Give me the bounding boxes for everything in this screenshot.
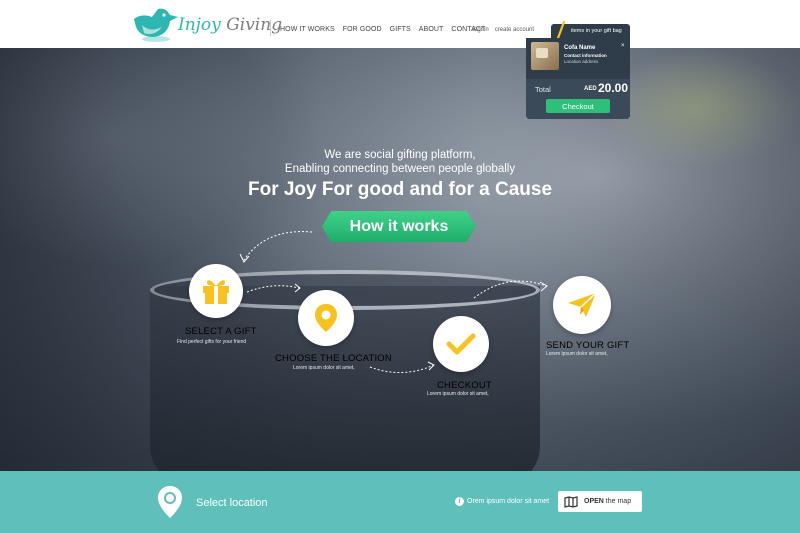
- cart-item-location: Location address: [564, 59, 599, 64]
- cart-item-name: Cofa Name: [564, 45, 596, 51]
- brand-logo[interactable]: Injoy Giving: [132, 5, 282, 43]
- step-send-gift-subtitle: Lorem ipsum dolor sit amet,: [546, 351, 608, 357]
- step-checkout-bubble[interactable]: [433, 316, 489, 372]
- open-map-label-rest: the map: [605, 498, 632, 505]
- brand-word-injoy: Injoy: [178, 15, 221, 35]
- gift-icon: [203, 280, 229, 304]
- bird-logo-icon: [134, 8, 178, 42]
- step-checkout-subtitle: Lorem ipsum dolor sit amet,: [427, 391, 489, 397]
- cart-total-label: Total: [535, 85, 551, 94]
- map-icon: [564, 495, 578, 508]
- nav-about[interactable]: ABOUT: [419, 26, 444, 33]
- step-location-title: CHOOSE THE LOCATION: [275, 353, 392, 364]
- cart-item-thumbnail: [531, 42, 559, 70]
- open-map-button[interactable]: OPEN the map: [558, 491, 642, 512]
- location-pin-icon: [158, 486, 182, 518]
- hero-section: We are social gifting platform, Enabling…: [0, 48, 800, 471]
- signin-link[interactable]: Signin: [472, 27, 489, 33]
- select-location-label[interactable]: Select location: [196, 497, 268, 509]
- curved-arrow-icon: [473, 280, 548, 299]
- gift-bag-tab[interactable]: items in your gift bag: [551, 20, 630, 38]
- gift-bag-label: items in your gift bag: [571, 28, 622, 34]
- nav-gifts[interactable]: GIFTS: [390, 26, 411, 33]
- cart-currency: AED: [584, 86, 597, 92]
- step-location-bubble[interactable]: [298, 290, 354, 346]
- open-map-label: OPEN the map: [584, 498, 631, 505]
- open-map-label-bold: OPEN: [584, 498, 604, 505]
- brand-word-giving: Giving: [226, 15, 283, 35]
- account-links: Signin create account: [472, 27, 534, 33]
- hero-tagline-2: Enabling connecting between people globa…: [284, 163, 516, 175]
- cart-item-contact: Contact information: [564, 53, 607, 58]
- main-nav: HOW IT WORKS FOR GOOD GIFTS ABOUT CONTAC…: [280, 26, 485, 33]
- step-location-subtitle: Lorem ipsum dolor sit amet,: [293, 365, 355, 371]
- nav-for-good[interactable]: FOR GOOD: [343, 26, 382, 33]
- top-header: Injoy Giving HOW IT WORKS FOR GOOD GIFTS…: [0, 0, 800, 48]
- cart-item: Cofa Name Contact information Location a…: [526, 38, 630, 79]
- checkout-button[interactable]: Checkout: [546, 99, 610, 113]
- brand-wordmark: Injoy Giving: [178, 15, 282, 35]
- hero-tagline-1: We are social gifting platform,: [324, 149, 476, 161]
- hero-shade: [0, 48, 800, 471]
- step-select-gift-subtitle: Find perfect gifts for your friend: [177, 339, 247, 345]
- cart-total-row: Total AED 20.00 Checkout: [526, 79, 630, 119]
- step-select-gift-bubble[interactable]: [189, 264, 243, 318]
- curved-arrow-icon: [246, 283, 301, 293]
- checkmark-icon: [446, 333, 476, 355]
- gift-bag-dropdown: Cofa Name Contact information Location a…: [526, 38, 630, 119]
- info-text: Orem ipsum dolor sit amet: [467, 498, 550, 505]
- info-icon: i: [455, 497, 464, 506]
- how-it-works-button[interactable]: How it works: [322, 211, 476, 242]
- step-checkout-title: CHECKOUT: [437, 380, 492, 391]
- tag-icon: [556, 20, 566, 38]
- header-divider: [270, 20, 271, 36]
- step-send-gift-bubble[interactable]: [553, 276, 611, 334]
- close-icon[interactable]: ×: [621, 43, 625, 49]
- step-send-gift-title: SEND YOUR GIFT: [546, 340, 630, 351]
- create-account-link[interactable]: create account: [495, 27, 534, 33]
- paper-plane-icon: [568, 292, 597, 317]
- curved-arrow-icon: [239, 231, 313, 263]
- location-pin-icon: [315, 304, 337, 332]
- hero-headline: For Joy For good and for a Cause: [247, 179, 553, 200]
- location-bar: Select location i Orem ipsum dolor sit a…: [0, 471, 800, 533]
- cart-amount: 20.00: [598, 81, 629, 95]
- nav-how-it-works[interactable]: HOW IT WORKS: [280, 26, 335, 33]
- step-select-gift-title: SELECT A GIFT: [185, 326, 257, 337]
